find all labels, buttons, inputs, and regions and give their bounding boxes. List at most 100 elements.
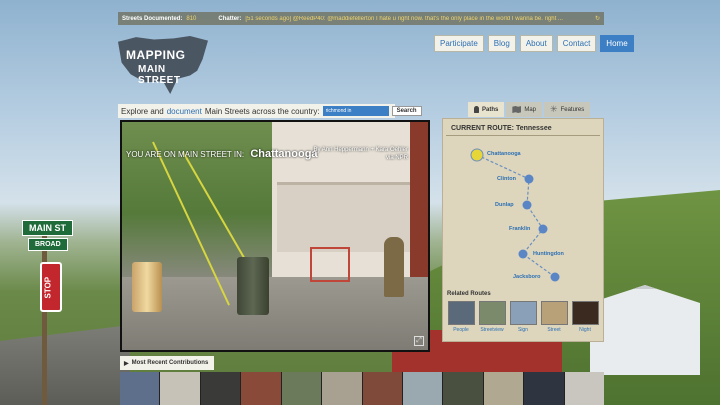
related-route-thumb (509, 301, 537, 325)
route-line-svg (470, 148, 560, 282)
related-route-thumb (571, 301, 599, 325)
site-logo[interactable]: MAPPING MAIN STREET (118, 36, 208, 94)
explore-suffix: Main Streets across the country: (204, 106, 320, 116)
related-routes-label: Related Routes (447, 291, 491, 297)
tab-features[interactable]: ✳ Features (544, 102, 591, 117)
documented-label: Streets Documented: (122, 15, 183, 22)
background-house (590, 285, 700, 375)
related-route-label: Sign (517, 327, 528, 333)
main-nav: Participate Blog About Contact Home (434, 35, 634, 52)
search-input[interactable] (322, 106, 389, 116)
related-route-street[interactable]: Street (540, 301, 568, 333)
photo-shopping-cart (310, 247, 350, 282)
on-main-street-caption: YOU ARE ON MAIN STREET IN: Chattanooga (126, 148, 318, 160)
tab-features-label: Features (560, 106, 585, 113)
route-stop-marker[interactable] (524, 174, 534, 184)
street-sign-cross: BROAD (28, 238, 68, 251)
contributions-strip (120, 372, 604, 405)
credit-source: via NPR (385, 155, 408, 162)
panel-tabs: Paths Map ✳ Features (468, 102, 591, 117)
contribution-thumbnail[interactable] (281, 372, 322, 405)
nav-contact[interactable]: Contact (556, 35, 597, 52)
related-route-thumb (540, 301, 568, 325)
explore-prefix: Explore and (121, 106, 164, 116)
map-icon (512, 106, 522, 113)
logo-line-2: MAIN STREET (138, 64, 181, 86)
contribution-thumbnail[interactable] (120, 372, 160, 405)
route-stop-marker[interactable] (470, 148, 484, 162)
contribution-thumbnail[interactable] (524, 372, 564, 405)
tab-paths-label: Paths (482, 106, 499, 113)
related-route-label: Streetview (480, 327, 504, 333)
related-route-thumb (478, 301, 506, 325)
contribution-thumbnail[interactable] (200, 372, 241, 405)
related-route-people[interactable]: People (447, 301, 475, 333)
route-stop-label[interactable]: Clinton (497, 176, 516, 182)
route-path: Chattanooga Clinton Dunlap Franklin Hunt… (443, 141, 605, 291)
contribution-thumbnail[interactable] (402, 372, 443, 405)
route-stop-label[interactable]: Chattanooga (487, 151, 521, 157)
search-button[interactable]: Search (391, 106, 422, 116)
photo-person (384, 237, 404, 297)
expand-icon[interactable]: ⤢ (414, 336, 424, 346)
contribution-thumbnail[interactable] (160, 372, 200, 405)
explore-bar: Explore and document Main Streets across… (118, 104, 422, 118)
documented-count: 810 (186, 15, 197, 22)
stop-sign: STOP (40, 262, 62, 312)
route-stop-marker[interactable] (550, 272, 560, 282)
contribution-thumbnail[interactable] (362, 372, 402, 405)
tab-map-label: Map (524, 106, 537, 113)
tab-paths[interactable]: Paths (468, 102, 505, 117)
recent-contributions-label: Most Recent Contributions (131, 360, 209, 366)
photo-storefront (277, 182, 427, 252)
chatter-message[interactable]: [51 seconds ago] @ReedP40: @maddiefeller… (245, 16, 591, 22)
route-stop-marker[interactable] (518, 249, 528, 259)
on-main-label: YOU ARE ON MAIN STREET IN: (126, 150, 245, 159)
route-stop-label[interactable]: Franklin (509, 226, 530, 232)
photo-trash-can (237, 257, 269, 315)
background-road (0, 325, 130, 405)
chevron-right-icon: ▶ (124, 360, 129, 367)
related-route-night[interactable]: Night (571, 301, 599, 333)
photo-trash-can (132, 262, 162, 312)
route-stop-label[interactable]: Huntingdon (533, 251, 564, 257)
street-sign-main: MAIN ST (22, 220, 73, 236)
route-panel: CURRENT ROUTE: Tennessee Chattanooga Cli… (442, 118, 604, 342)
related-route-streetview[interactable]: Streetview (478, 301, 506, 333)
related-route-label: Street (547, 327, 561, 333)
related-route-label: People (453, 327, 469, 333)
tab-map[interactable]: Map (506, 102, 543, 117)
star-icon: ✳ (550, 104, 558, 114)
sign-pole (42, 230, 47, 405)
nav-blog[interactable]: Blog (487, 35, 516, 52)
route-stop-label[interactable]: Dunlap (495, 202, 514, 208)
route-stop-marker[interactable] (538, 224, 548, 234)
related-route-label: Night (579, 327, 591, 333)
route-title: CURRENT ROUTE: Tennessee (446, 119, 600, 136)
refresh-icon[interactable]: ↻ (595, 15, 600, 22)
contribution-thumbnail[interactable] (443, 372, 483, 405)
route-stop-marker[interactable] (522, 200, 532, 210)
ticker-bar: Streets Documented: 810 Chatter: [51 sec… (118, 12, 604, 25)
photo-credit: By Ann Heppermann + Kara Oehler via NPR (313, 146, 408, 163)
footprint-icon (474, 106, 479, 113)
related-route-sign[interactable]: Sign (509, 301, 537, 333)
main-street-photo[interactable]: YOU ARE ON MAIN STREET IN: Chattanooga B… (120, 120, 430, 352)
nav-about[interactable]: About (519, 35, 553, 52)
chatter-label: Chatter: (218, 15, 242, 22)
credit-authors: By Ann Heppermann + Kara Oehler (313, 147, 408, 153)
document-link[interactable]: document (167, 107, 202, 116)
nav-participate[interactable]: Participate (434, 35, 484, 52)
logo-line-1: MAPPING (126, 48, 186, 62)
city-name: Chattanooga (250, 148, 318, 160)
route-connector (476, 154, 556, 278)
contribution-thumbnail[interactable] (483, 372, 524, 405)
contribution-thumbnail[interactable] (241, 372, 281, 405)
route-stop-label[interactable]: Jacksboro (513, 274, 541, 280)
related-route-thumb (447, 301, 475, 325)
related-routes: People Streetview Sign Street Night (447, 301, 599, 333)
recent-contributions-header[interactable]: ▶ Most Recent Contributions (120, 356, 214, 370)
contribution-thumbnail[interactable] (564, 372, 604, 405)
contribution-thumbnail[interactable] (322, 372, 362, 405)
nav-home[interactable]: Home (600, 35, 634, 52)
